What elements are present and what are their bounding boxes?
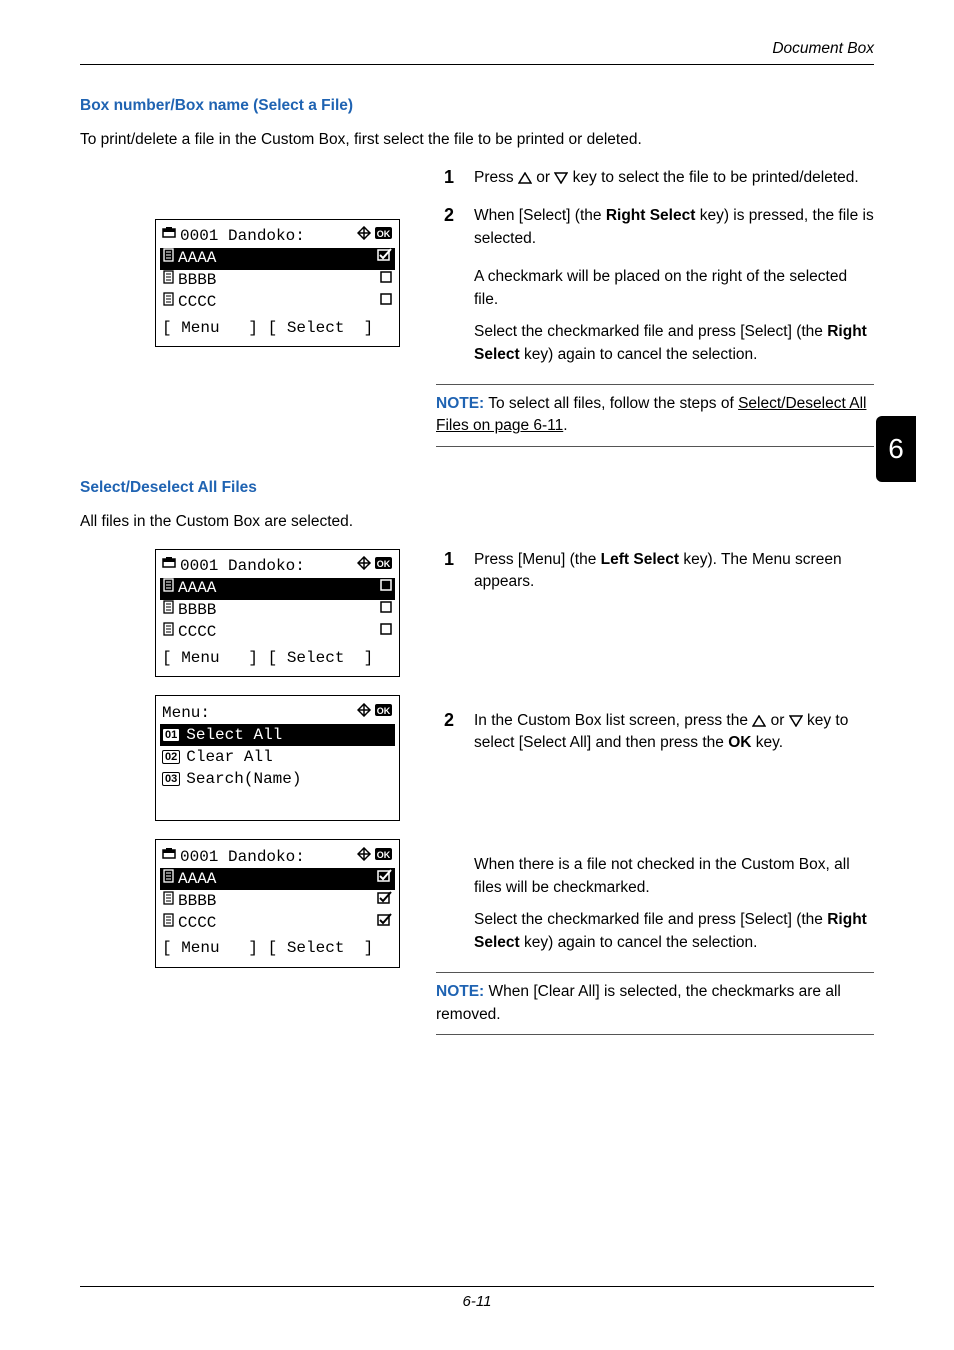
down-triangle-icon [789, 715, 803, 727]
checkmark-icon [377, 248, 393, 269]
down-triangle-icon [554, 172, 568, 184]
section2-intro: All files in the Custom Box are selected… [80, 511, 874, 533]
step-text: In the Custom Box list screen, press the… [474, 710, 874, 755]
step-number: 1 [436, 167, 454, 189]
file-icon [162, 622, 176, 643]
checkbox-empty-icon [379, 578, 393, 599]
checkmark-icon [377, 891, 393, 912]
nav-ok-icon: OK [357, 226, 393, 247]
box-icon [162, 847, 178, 868]
step-number: 2 [436, 710, 454, 755]
checkbox-empty-icon [379, 292, 393, 313]
paragraph: Select the checkmarked file and press [S… [474, 321, 874, 366]
file-icon [162, 578, 176, 599]
step-number: 2 [436, 205, 454, 250]
nav-ok-icon: OK [357, 703, 393, 724]
softkey-row: [ Menu ] [ Select ] [162, 644, 393, 669]
softkey-row: [ Menu ] [ Select ] [162, 314, 393, 339]
file-icon [162, 913, 176, 934]
checkbox-empty-icon [379, 600, 393, 621]
svg-text:OK: OK [377, 229, 391, 239]
svg-text:OK: OK [377, 850, 391, 860]
checkbox-empty-icon [379, 270, 393, 291]
checkbox-empty-icon [379, 622, 393, 643]
checkmark-icon [377, 913, 393, 934]
paragraph: A checkmark will be placed on the right … [474, 266, 874, 311]
up-triangle-icon [518, 172, 532, 184]
svg-text:OK: OK [377, 559, 391, 569]
running-header: Document Box [80, 40, 874, 65]
up-triangle-icon [752, 715, 766, 727]
lcd-panel-2: 0001 Dandoko: OK AAAA [155, 549, 400, 678]
page-footer: 6-11 [80, 1286, 874, 1310]
step-text: Press or key to select the file to be pr… [474, 167, 874, 189]
section1-intro: To print/delete a file in the Custom Box… [80, 129, 874, 151]
box-icon [162, 556, 178, 577]
lcd-panel-3: 0001 Dandoko: OK AAAA [155, 839, 400, 968]
step-text: Press [Menu] (the Left Select key). The … [474, 549, 874, 594]
softkey-row: [ Menu ] [ Select ] [162, 934, 393, 959]
chapter-tab: 6 [876, 416, 916, 482]
lcd-panel-menu: Menu: OK 01 Select All 02 Clear All 03 S… [155, 695, 400, 821]
file-icon [162, 248, 176, 269]
nav-ok-icon: OK [357, 847, 393, 868]
file-icon [162, 869, 176, 890]
svg-text:OK: OK [377, 706, 391, 716]
note-box: NOTE: To select all files, follow the st… [436, 384, 874, 447]
nav-ok-icon: OK [357, 556, 393, 577]
step-number: 1 [436, 549, 454, 594]
section2-heading: Select/Deselect All Files [80, 479, 874, 497]
file-icon [162, 891, 176, 912]
checkmark-icon [377, 869, 393, 890]
step-text: When [Select] (the Right Select key) is … [474, 205, 874, 250]
file-icon [162, 292, 176, 313]
paragraph: When there is a file not checked in the … [474, 854, 874, 899]
lcd-panel-1: 0001 Dandoko: OK AAAA [155, 219, 400, 348]
section1-heading: Box number/Box name (Select a File) [80, 97, 874, 115]
file-icon [162, 600, 176, 621]
note-box: NOTE: When [Clear All] is selected, the … [436, 972, 874, 1035]
box-icon [162, 226, 178, 247]
paragraph: Select the checkmarked file and press [S… [474, 909, 874, 954]
file-icon [162, 270, 176, 291]
